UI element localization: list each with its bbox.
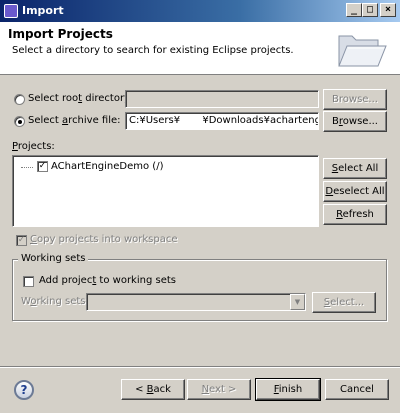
- root-directory-radio[interactable]: [14, 94, 25, 105]
- select-all-button[interactable]: Select All: [323, 158, 387, 179]
- title-bar[interactable]: Import _ □ ×: [0, 0, 400, 22]
- select-working-sets-button[interactable]: Select...: [312, 292, 376, 313]
- eclipse-app-icon: [4, 4, 18, 18]
- root-browse-button[interactable]: Browse...: [323, 89, 387, 110]
- folder-open-icon: [338, 35, 387, 67]
- close-button[interactable]: ×: [380, 3, 396, 17]
- minimize-button[interactable]: _: [346, 3, 362, 17]
- copy-projects-label: Copy projects into workspace: [30, 234, 178, 245]
- archive-browse-button[interactable]: Browse...: [323, 111, 387, 132]
- add-to-working-sets-checkbox[interactable]: [23, 276, 34, 287]
- maximize-button[interactable]: □: [362, 3, 378, 17]
- archive-file-field[interactable]: C:¥Users¥ ¥Downloads¥achartengine-: [125, 112, 319, 130]
- deselect-all-button[interactable]: Deselect All: [323, 181, 387, 202]
- archive-file-radio[interactable]: [14, 116, 25, 127]
- copy-projects-checkbox[interactable]: ✓: [16, 235, 27, 246]
- wizard-header: Import Projects Select a directory to se…: [0, 22, 400, 75]
- help-icon[interactable]: ?: [14, 380, 34, 400]
- window-title: Import: [22, 4, 64, 17]
- list-item[interactable]: ✓ AChartEngineDemo (/): [17, 160, 297, 174]
- chevron-down-icon[interactable]: ▼: [290, 294, 305, 310]
- page-title: Import Projects: [8, 27, 113, 41]
- working-sets-label: Working sets:: [21, 296, 89, 307]
- back-button[interactable]: < Back: [121, 379, 185, 400]
- projects-list[interactable]: ✓ AChartEngineDemo (/): [12, 155, 319, 227]
- project-name: AChartEngineDemo (/): [51, 161, 164, 172]
- page-description: Select a directory to search for existin…: [12, 45, 294, 56]
- footer-separator: [0, 366, 400, 368]
- tree-connector: [21, 167, 33, 168]
- next-button[interactable]: Next >: [187, 379, 251, 400]
- add-to-working-sets-label: Add project to working sets: [39, 275, 176, 286]
- cancel-button[interactable]: Cancel: [325, 379, 389, 400]
- archive-file-label: Select archive file:: [28, 115, 121, 126]
- root-directory-label: Select root directory:: [28, 93, 133, 104]
- projects-label: Projects:: [12, 141, 55, 152]
- refresh-button[interactable]: Refresh: [323, 204, 387, 225]
- finish-button[interactable]: Finish: [255, 378, 321, 401]
- root-directory-field[interactable]: [125, 90, 319, 108]
- working-sets-combo[interactable]: ▼: [86, 293, 306, 311]
- working-sets-group-label: Working sets: [18, 253, 89, 264]
- project-checkbox[interactable]: ✓: [37, 161, 48, 172]
